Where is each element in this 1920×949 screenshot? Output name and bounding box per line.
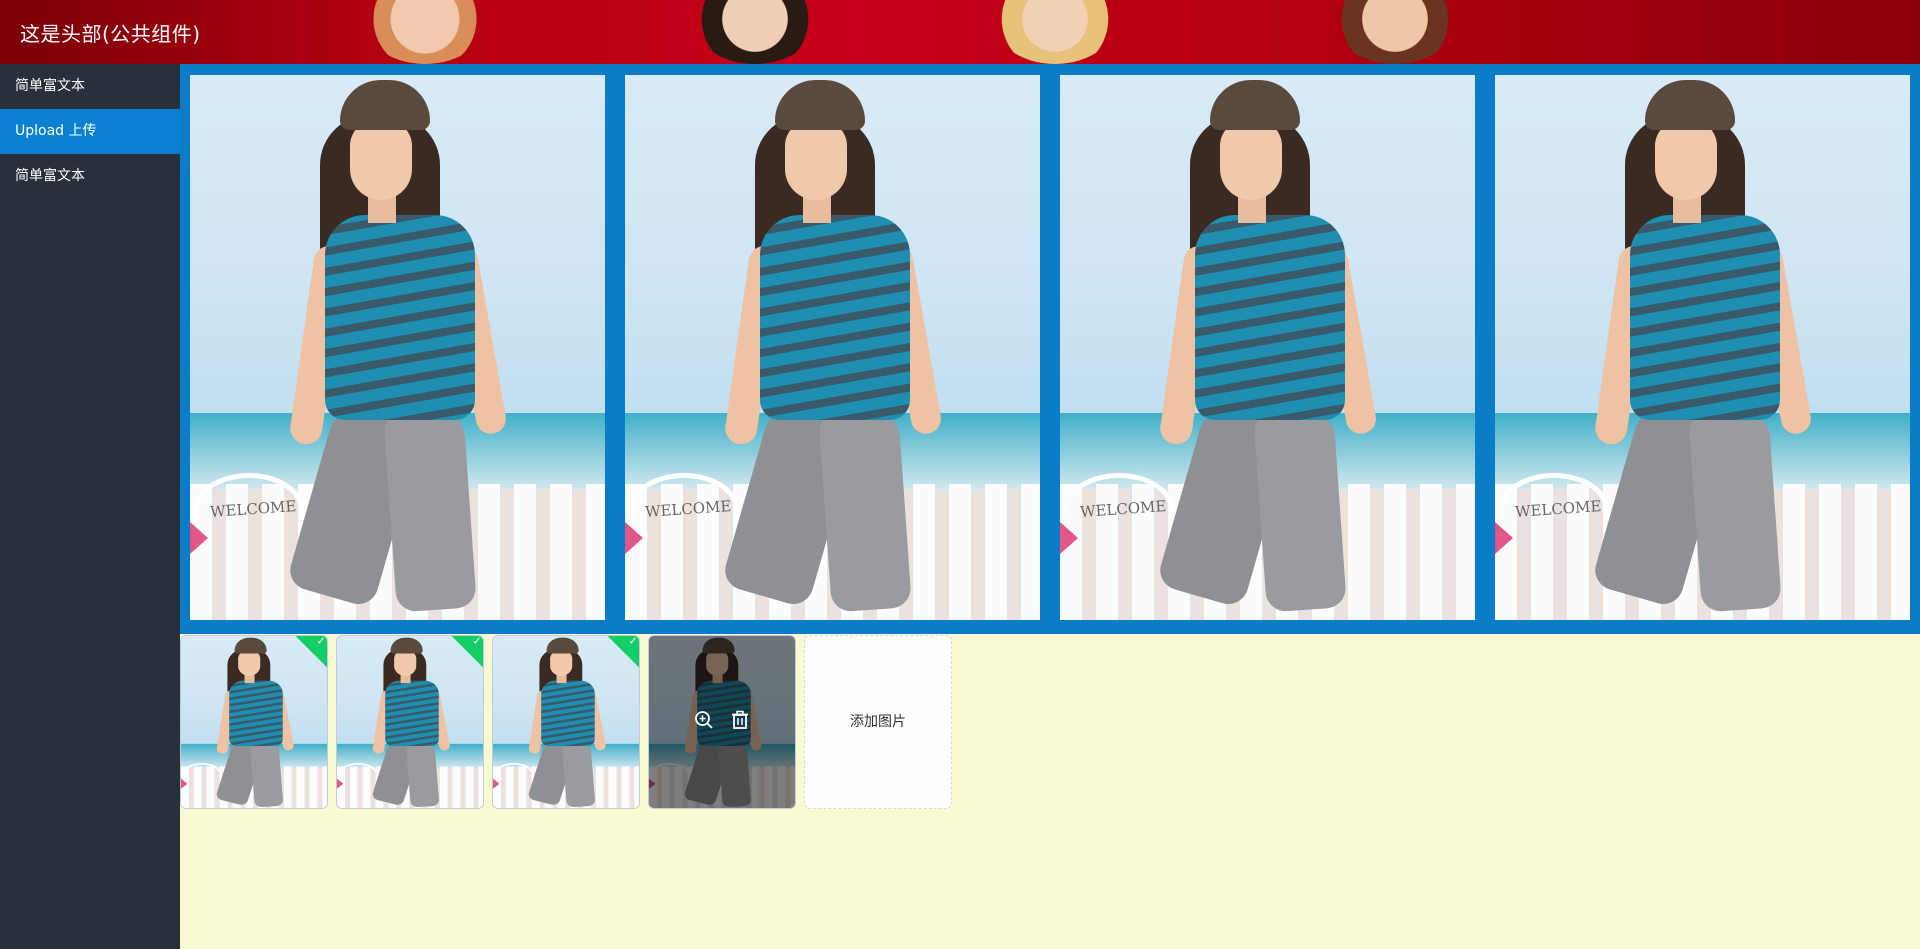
gallery-photo[interactable]: WELCOME xyxy=(625,75,1040,620)
upload-thumbnail[interactable]: ✓ xyxy=(180,635,328,809)
check-icon: ✓ xyxy=(316,635,326,648)
header-title: 这是头部(公共组件) xyxy=(20,22,201,46)
sidebar-item-rich-text[interactable]: 简单富文本 xyxy=(0,64,180,109)
sidebar-menu: 简单富文本 Upload 上传 简单富文本 xyxy=(0,64,180,949)
app-header: 这是头部(公共组件) xyxy=(0,0,1920,64)
delete-icon[interactable] xyxy=(730,710,750,734)
gallery-photo[interactable]: WELCOME xyxy=(190,75,605,620)
header-banner-face xyxy=(1330,0,1460,64)
check-icon: ✓ xyxy=(472,635,482,648)
header-banner-face xyxy=(990,0,1120,64)
add-image-button[interactable]: 添加图片 xyxy=(804,635,952,809)
header-banner-face xyxy=(360,0,490,64)
upload-thumbnail[interactable]: ✓ xyxy=(336,635,484,809)
sidebar-item-rich-text-2[interactable]: 简单富文本 xyxy=(0,154,180,199)
upload-thumbnail[interactable]: ✓ xyxy=(492,635,640,809)
upload-thumbnail-hovered[interactable] xyxy=(648,635,796,809)
gallery-photo[interactable]: WELCOME xyxy=(1495,75,1910,620)
sidebar-item-upload[interactable]: Upload 上传 xyxy=(0,109,180,154)
gallery-photo[interactable]: WELCOME xyxy=(1060,75,1475,620)
photo-gallery: WELCOME WELCOME WELCOME WELCOME xyxy=(180,64,1920,634)
zoom-in-icon[interactable] xyxy=(694,710,714,734)
thumbnail-actions-overlay xyxy=(649,636,795,808)
check-icon: ✓ xyxy=(628,635,638,648)
header-banner-face xyxy=(690,0,820,64)
